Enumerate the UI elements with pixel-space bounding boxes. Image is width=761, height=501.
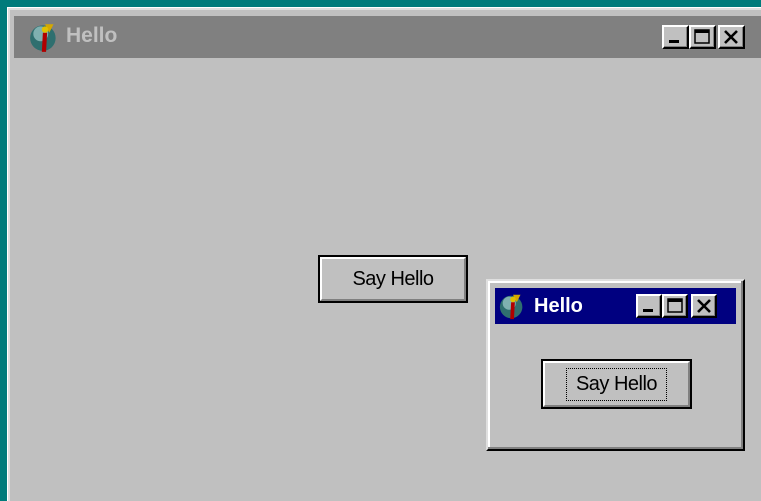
close-icon	[724, 30, 738, 44]
dialog-maximize-button[interactable]	[662, 294, 688, 318]
maximize-icon	[667, 298, 683, 313]
dialog-say-hello-button-label: Say Hello	[565, 367, 668, 401]
dialog-close-button[interactable]	[691, 294, 717, 318]
dialog-say-hello-button[interactable]: Say Hello	[541, 359, 692, 409]
minimize-icon	[643, 309, 653, 312]
main-window-title: Hello	[66, 24, 118, 47]
dialog-say-hello-button-face: Say Hello	[543, 361, 690, 407]
desktop: Hello Say Hello Hello Say Hello	[0, 0, 761, 501]
app-icon	[30, 24, 56, 52]
dialog-window: Hello Say Hello	[486, 279, 745, 451]
desktop-edge-left	[0, 0, 7, 501]
say-hello-button[interactable]: Say Hello	[318, 255, 468, 303]
main-close-button[interactable]	[718, 25, 745, 49]
app-icon	[499, 294, 523, 320]
main-maximize-button[interactable]	[689, 25, 716, 49]
close-icon	[697, 299, 711, 313]
maximize-icon	[694, 29, 710, 44]
main-minimize-button[interactable]	[662, 25, 689, 49]
dialog-window-title: Hello	[534, 295, 583, 317]
desktop-edge-top	[0, 0, 761, 7]
dialog-minimize-button[interactable]	[636, 294, 662, 318]
dialog-window-titlebar[interactable]: Hello	[495, 288, 736, 324]
say-hello-button-label: Say Hello	[320, 257, 466, 301]
main-window-titlebar[interactable]: Hello	[14, 16, 761, 58]
minimize-icon	[669, 40, 679, 43]
